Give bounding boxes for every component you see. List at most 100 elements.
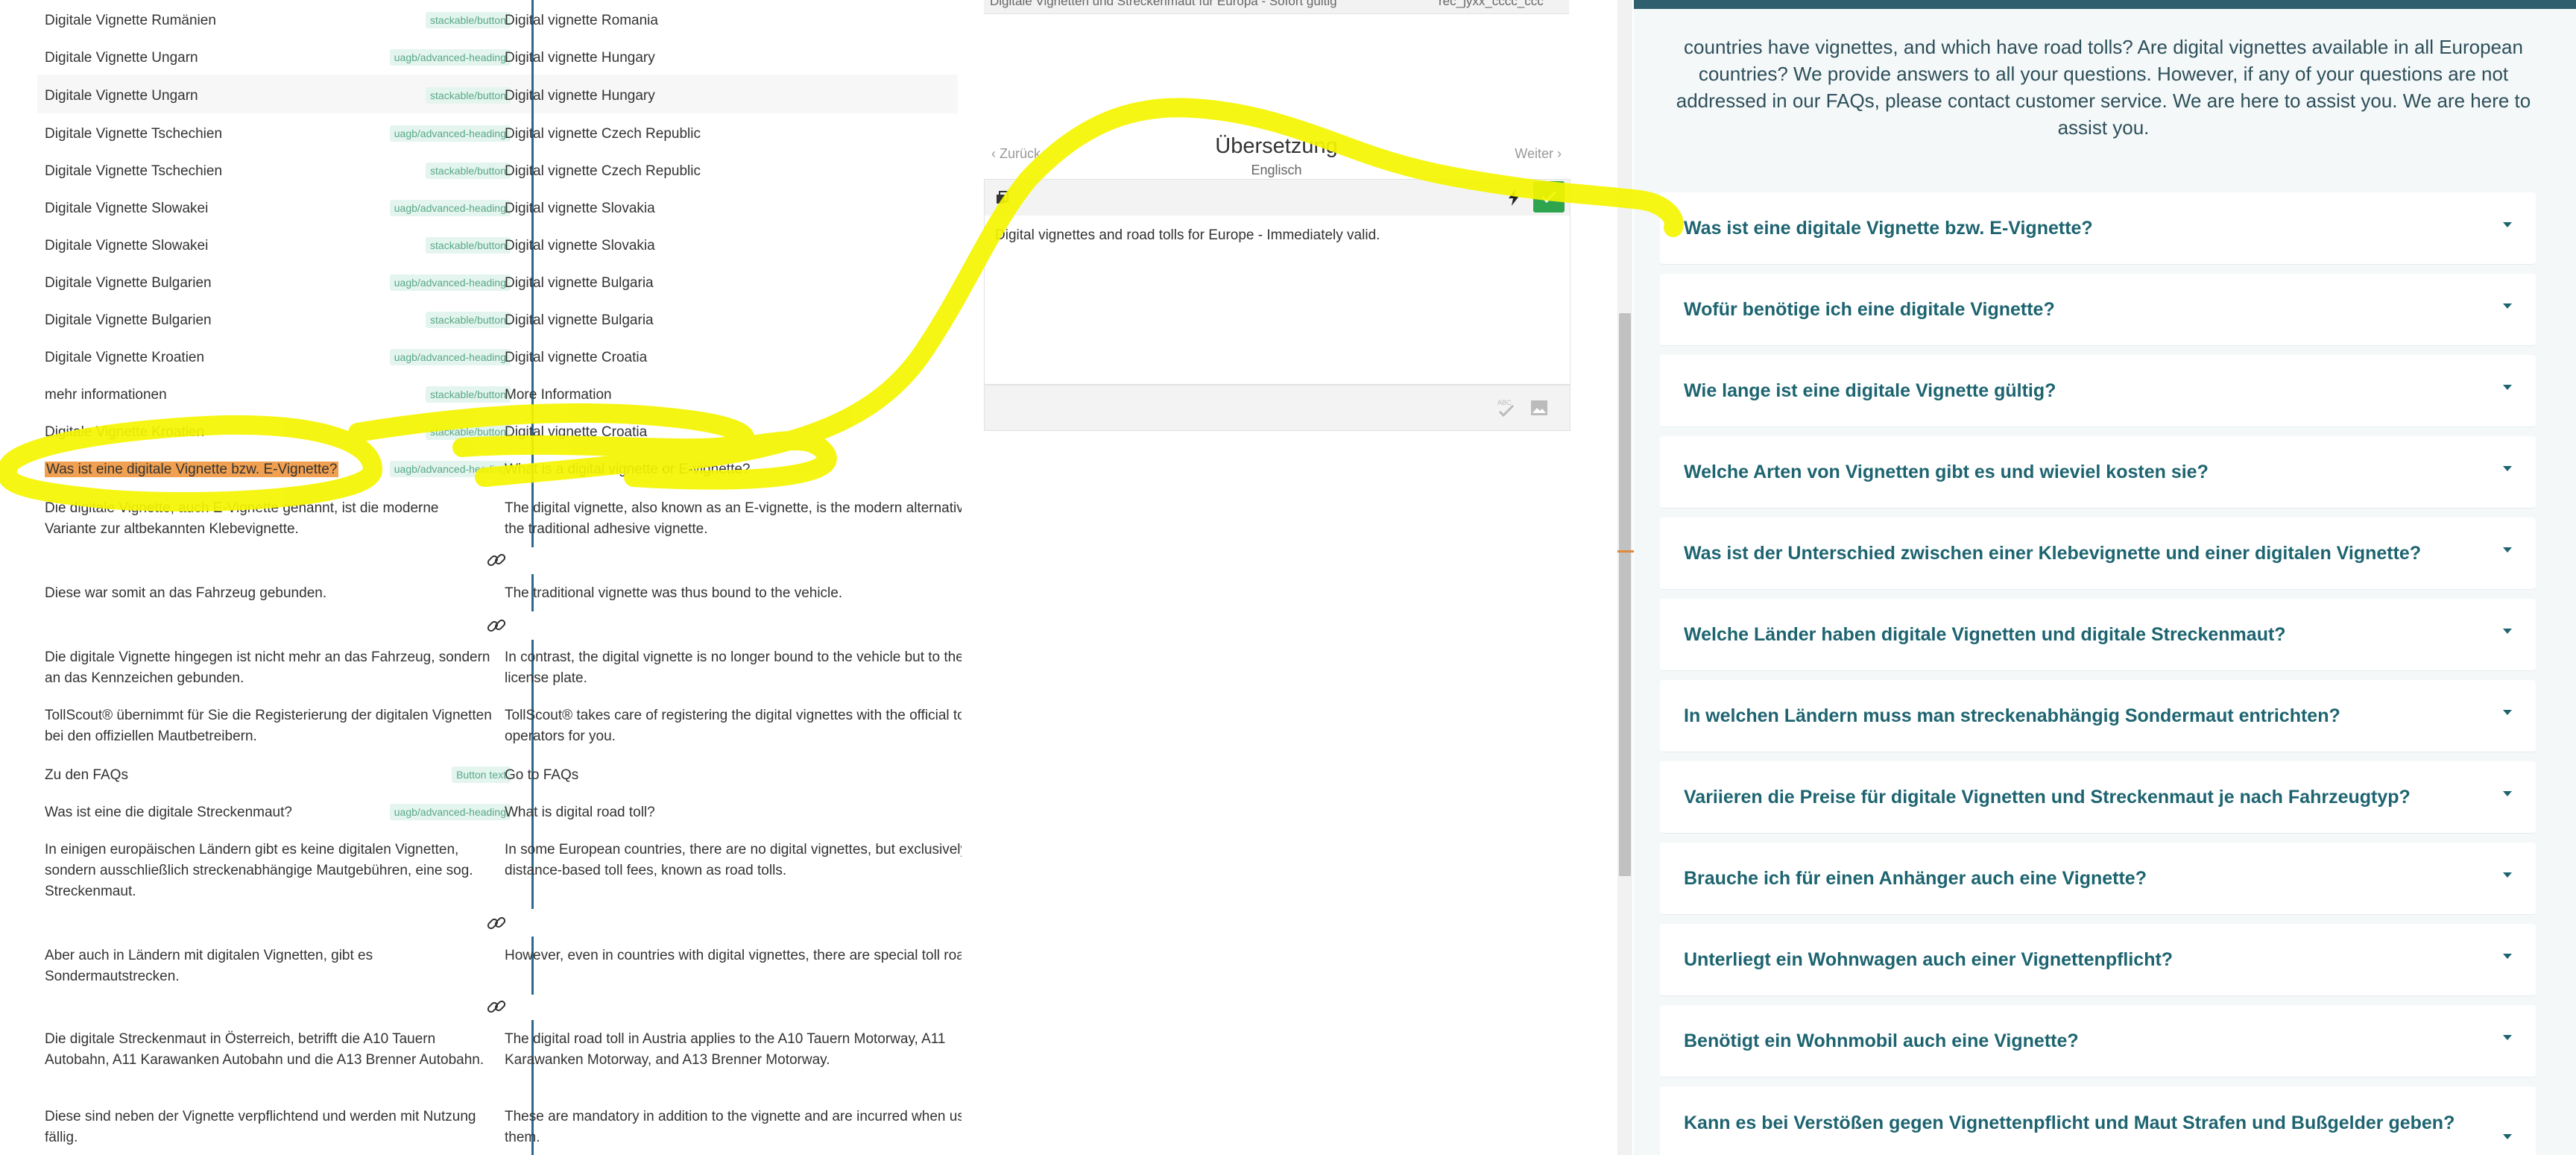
faq-item[interactable]: Was ist der Unterschied zwischen einer K…: [1660, 517, 2536, 590]
segment-row[interactable]: Diese war somit an das Fahrzeug gebunden…: [37, 574, 958, 611]
segment-target[interactable]: Digital vignette Croatia: [505, 422, 962, 443]
segment-source: Diese war somit an das Fahrzeug gebunden…: [45, 585, 327, 601]
segment-row[interactable]: Digitale Vignette Tschechien uagb/advanc…: [37, 113, 958, 151]
faq-question[interactable]: Wie lange ist eine digitale Vignette gül…: [1684, 379, 2489, 403]
segment-row[interactable]: Digitale Vignette Ungarn uagb/advanced-h…: [37, 37, 958, 75]
segment-target[interactable]: What is a digital vignette or E-vignette…: [505, 459, 962, 480]
link-icon[interactable]: [484, 911, 508, 935]
segment-target[interactable]: The digital vignette, also known as an E…: [505, 498, 962, 540]
segment-target[interactable]: The traditional vignette was thus bound …: [505, 583, 962, 604]
segment-target[interactable]: The digital road toll in Austria applies…: [505, 1029, 962, 1071]
chevron-down-icon[interactable]: [2503, 385, 2512, 390]
segment-row-active[interactable]: Was ist eine digitale Vignette bzw. E-Vi…: [37, 449, 958, 488]
segment-target[interactable]: Digital vignette Czech Republic: [505, 161, 962, 182]
segment-target[interactable]: More Information: [505, 385, 962, 406]
segment-target[interactable]: In contrast, the digital vignette is no …: [505, 647, 962, 689]
spellcheck-button[interactable]: ABC: [1491, 393, 1521, 423]
segment-row[interactable]: Digitale Vignette Kroatien stackable/but…: [37, 412, 958, 449]
segment-target[interactable]: Digital vignette Croatia: [505, 347, 962, 368]
segment-target[interactable]: In some European countries, there are no…: [505, 840, 962, 881]
faq-question[interactable]: In welchen Ländern muss man streckenabhä…: [1684, 704, 2489, 728]
segment-target[interactable]: These are mandatory in addition to the v…: [505, 1107, 962, 1148]
segment-row[interactable]: TollScout® übernimmt für Sie die Registe…: [37, 699, 962, 756]
segment-target[interactable]: However, even in countries with digital …: [505, 945, 962, 966]
faq-question[interactable]: Wofür benötige ich eine digitale Vignett…: [1684, 298, 2489, 321]
segment-row[interactable]: Digitale Vignette Bulgarien stackable/bu…: [37, 300, 958, 337]
segment-target[interactable]: Digital vignette Bulgaria: [505, 273, 962, 294]
segment-source: Die digitale Vignette, auch E-Vignette g…: [45, 500, 439, 537]
faq-question[interactable]: Welche Länder haben digitale Vignetten u…: [1684, 623, 2489, 646]
faq-intro-text: countries have vignettes, and which have…: [1676, 36, 2531, 139]
faq-item[interactable]: Wofür benötige ich eine digitale Vignett…: [1660, 274, 2536, 346]
segment-row[interactable]: Diese sind neben der Vignette verpflicht…: [37, 1095, 962, 1155]
faq-question[interactable]: Was ist der Unterschied zwischen einer K…: [1684, 541, 2489, 565]
image-button[interactable]: [1524, 393, 1554, 423]
chevron-down-icon[interactable]: [2503, 547, 2512, 553]
scrollbar-thumb[interactable]: [1619, 313, 1631, 876]
segment-row[interactable]: Digitale Vignette Kroatien uagb/advanced…: [37, 337, 958, 374]
chevron-down-icon[interactable]: [2503, 1134, 2512, 1139]
segment-target[interactable]: Digital vignette Bulgaria: [505, 310, 962, 331]
accept-button[interactable]: [1533, 181, 1565, 213]
segment-row[interactable]: mehr informationen stackable/button More…: [37, 374, 958, 412]
segment-row[interactable]: Die digitale Vignette hingegen ist nicht…: [37, 640, 962, 699]
faq-question[interactable]: Kann es bei Verstößen gegen Vignettenpfl…: [1684, 1111, 2489, 1135]
link-icon[interactable]: [484, 548, 508, 572]
faq-question[interactable]: Benötigt ein Wohnmobil auch eine Vignett…: [1684, 1029, 2489, 1053]
segment-target[interactable]: Digital vignette Hungary: [505, 86, 962, 107]
translation-textarea[interactable]: Digital vignettes and road tolls for Eur…: [984, 215, 1570, 385]
translation-text[interactable]: Digital vignettes and road tolls for Eur…: [985, 215, 1570, 256]
segment-target[interactable]: Go to FAQs: [505, 765, 962, 786]
segment-row[interactable]: Digitale Vignette Rumänien stackable/but…: [37, 0, 958, 37]
segment-target[interactable]: Digital vignette Czech Republic: [505, 124, 962, 145]
faq-item[interactable]: Unterliegt ein Wohnwagen auch einer Vign…: [1660, 924, 2536, 996]
editor-header: ‹ Zurück Übersetzung Englisch Weiter ›: [984, 127, 1569, 179]
segment-row[interactable]: Digitale Vignette Ungarn stackable/butto…: [37, 75, 958, 113]
chevron-down-icon[interactable]: [2503, 222, 2512, 227]
segment-row[interactable]: Digitale Vignette Slowakei stackable/but…: [37, 225, 958, 262]
chevron-down-icon[interactable]: [2503, 791, 2512, 796]
faq-item[interactable]: Welche Arten von Vignetten gibt es und w…: [1660, 436, 2536, 509]
segment-row[interactable]: Digitale Vignette Slowakei uagb/advanced…: [37, 188, 958, 225]
machine-translate-button[interactable]: [1499, 183, 1529, 213]
faq-item[interactable]: Brauche ich für einen Anhänger auch eine…: [1660, 843, 2536, 915]
chevron-down-icon[interactable]: [2503, 303, 2512, 309]
segment-row[interactable]: Aber auch in Ländern mit digitalen Vigne…: [37, 937, 962, 995]
faq-question[interactable]: Was ist eine digitale Vignette bzw. E-Vi…: [1684, 216, 2489, 240]
link-icon[interactable]: [484, 995, 508, 1019]
chevron-down-icon[interactable]: [2503, 954, 2512, 959]
faq-item[interactable]: Wie lange ist eine digitale Vignette gül…: [1660, 355, 2536, 427]
segment-target[interactable]: Digital vignette Slovakia: [505, 236, 962, 257]
segment-row[interactable]: Digitale Vignette Bulgarien uagb/advance…: [37, 262, 958, 300]
segment-target[interactable]: Digital vignette Slovakia: [505, 198, 962, 219]
faq-item[interactable]: Variieren die Preise für digitale Vignet…: [1660, 761, 2536, 834]
faq-item[interactable]: Kann es bei Verstößen gegen Vignettenpfl…: [1660, 1086, 2536, 1155]
chevron-down-icon[interactable]: [2503, 872, 2512, 878]
faq-item[interactable]: Was ist eine digitale Vignette bzw. E-Vi…: [1660, 192, 2536, 265]
faq-question[interactable]: Unterliegt ein Wohnwagen auch einer Vign…: [1684, 948, 2489, 972]
segment-row[interactable]: In einigen europäischen Ländern gibt es …: [37, 831, 962, 909]
chevron-down-icon[interactable]: [2503, 710, 2512, 715]
segment-target[interactable]: Digital vignette Hungary: [505, 48, 962, 69]
faq-question[interactable]: Brauche ich für einen Anhänger auch eine…: [1684, 866, 2489, 890]
chevron-down-icon[interactable]: [2503, 629, 2512, 634]
chevron-down-icon[interactable]: [2503, 466, 2512, 471]
segment-target[interactable]: TollScout® takes care of registering the…: [505, 705, 962, 747]
segment-row[interactable]: Digitale Vignette Tschechien stackable/b…: [37, 151, 958, 188]
link-icon[interactable]: [484, 614, 508, 638]
segment-target[interactable]: What is digital road toll?: [505, 802, 962, 823]
segment-row[interactable]: Die digitale Streckenmaut in Österreich,…: [37, 1020, 958, 1095]
faq-item[interactable]: In welchen Ländern muss man streckenabhä…: [1660, 680, 2536, 752]
next-button[interactable]: Weiter ›: [1515, 146, 1562, 162]
editor-previous-segment[interactable]: Digitale Vignetten und Streckenmaut für …: [984, 0, 1569, 14]
faq-question[interactable]: Variieren die Preise für digitale Vignet…: [1684, 785, 2489, 809]
copy-source-button[interactable]: [988, 183, 1017, 213]
segment-row[interactable]: Zu den FAQs Button text Go to FAQs: [37, 756, 958, 793]
chevron-down-icon[interactable]: [2503, 1035, 2512, 1040]
segment-row[interactable]: Die digitale Vignette, auch E-Vignette g…: [37, 488, 962, 547]
faq-item[interactable]: Welche Länder haben digitale Vignetten u…: [1660, 599, 2536, 671]
segment-target[interactable]: Digital vignette Romania: [505, 10, 962, 31]
segment-row[interactable]: Was ist eine die digitale Streckenmaut? …: [37, 793, 958, 831]
faq-item[interactable]: Benötigt ein Wohnmobil auch eine Vignett…: [1660, 1005, 2536, 1077]
faq-question[interactable]: Welche Arten von Vignetten gibt es und w…: [1684, 460, 2489, 484]
